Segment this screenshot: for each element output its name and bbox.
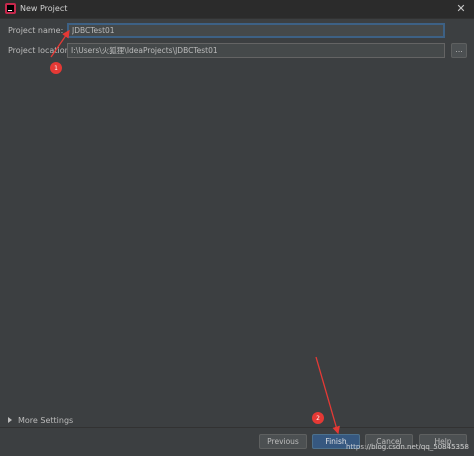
annotation-badge-1-label: 1	[54, 65, 58, 72]
window-title: New Project	[20, 4, 68, 13]
project-name-label: Project name:	[8, 26, 64, 35]
project-location-label: Project location:	[8, 46, 73, 55]
close-icon[interactable]: ✕	[454, 2, 468, 16]
browse-button[interactable]: ...	[451, 43, 467, 58]
annotation-overlay: 1 2	[50, 29, 340, 435]
previous-button[interactable]: Previous	[259, 434, 307, 449]
chevron-right-icon	[8, 417, 12, 423]
title-bar: New Project ✕	[0, 0, 474, 19]
annotation-badge-2	[312, 412, 324, 424]
annotation-badge-2-label: 2	[316, 415, 320, 422]
intellij-logo-icon	[5, 3, 16, 14]
project-name-input[interactable]	[67, 23, 445, 38]
project-location-input[interactable]	[67, 43, 445, 58]
annotation-arrow-2	[315, 356, 340, 435]
divider	[0, 427, 474, 428]
annotation-badge-1	[50, 62, 62, 74]
more-settings-label: More Settings	[18, 415, 74, 425]
more-settings-toggle[interactable]: More Settings	[8, 414, 73, 426]
watermark: https://blog.csdn.net/qq_50845358	[346, 443, 469, 451]
